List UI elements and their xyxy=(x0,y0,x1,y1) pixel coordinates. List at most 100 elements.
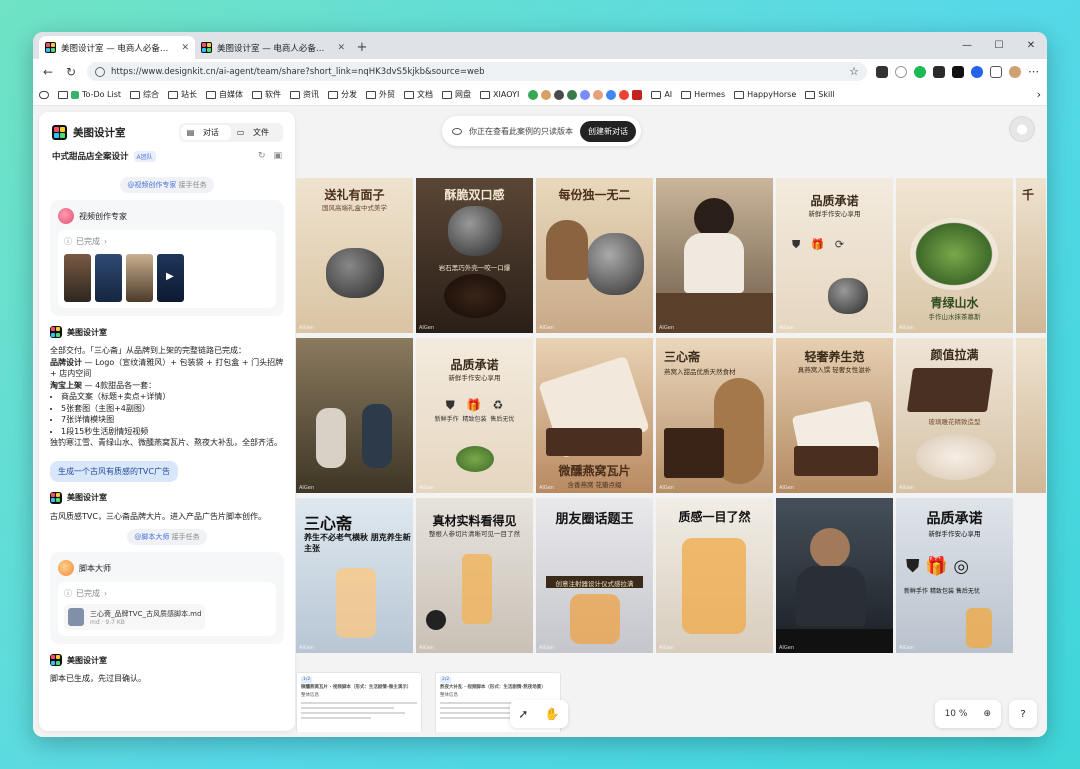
help-icon[interactable]: ? xyxy=(1009,700,1037,728)
new-tab-icon[interactable]: + xyxy=(351,36,373,59)
product-image[interactable]: 酥脆双口感 岩石黑巧外壳一咬一口爆 AIGen xyxy=(416,178,533,333)
folder-icon xyxy=(681,90,692,99)
bookmark-folder[interactable]: 外贸 xyxy=(366,89,395,100)
close-tab-icon[interactable]: ✕ xyxy=(337,43,345,53)
browser-tab-1[interactable]: 美图设计室 — 电商人必备的设计 / ✕ xyxy=(39,36,195,59)
tab-files[interactable]: ▭ 文件 xyxy=(231,125,281,140)
product-image[interactable]: 品质承诺 新鲜手作安心享用 ⛊ 🎁 ♻ 新鲜手作 精致包装 售后无忧 AIGen xyxy=(416,338,533,493)
chevron-right-icon: › xyxy=(104,589,108,598)
file-attachment[interactable]: 三心斋_品牌TVC_古风质感脚本.md md · 9.7 KB xyxy=(64,604,206,630)
bookmark-folder[interactable]: 综合 xyxy=(130,89,159,100)
sidebar-header: 美图设计室 ▤ 对话 ▭ 文件 xyxy=(39,112,295,142)
product-image[interactable]: 青绿山水 手作山水抹茶慕斯 AIGen xyxy=(896,178,1013,333)
maximize-icon[interactable]: ☐ xyxy=(983,32,1015,59)
product-image[interactable]: 颜值拉满 玻璃雕花精致造型 AIGen xyxy=(896,338,1013,493)
bookmark-folder[interactable]: XIAOYI xyxy=(480,90,519,99)
extension-icon[interactable] xyxy=(952,65,964,78)
google-icon[interactable] xyxy=(606,89,617,100)
bookmark-site-icon[interactable] xyxy=(554,89,565,100)
gmail-icon[interactable] xyxy=(632,89,643,100)
bookmark-site-icon[interactable] xyxy=(528,89,539,100)
reload-icon[interactable]: ↻ xyxy=(64,65,78,79)
bookmark-folder[interactable]: 软件 xyxy=(252,89,281,100)
star-icon[interactable]: ☆ xyxy=(849,65,859,78)
product-image[interactable]: 品质承诺 新鲜手作安心享用 ⛊ 🎁 ⟳ AIGen xyxy=(776,178,893,333)
extension-icon[interactable] xyxy=(933,65,945,78)
bookmark-folder[interactable]: 文档 xyxy=(404,89,433,100)
hand-tool-icon[interactable]: ✋ xyxy=(545,707,560,721)
google-icon[interactable] xyxy=(619,89,630,100)
tab-chat[interactable]: ▤ 对话 xyxy=(180,124,231,140)
bookmark-site-icon[interactable] xyxy=(541,89,552,100)
url-field[interactable]: https://www.designkit.cn/ai-agent/team/s… xyxy=(87,62,867,81)
bookmark-site-icon[interactable] xyxy=(580,89,591,100)
browser-tab-2[interactable]: 美图设计室 — 电商人必备的设计 / ✕ xyxy=(195,36,351,59)
assistant-message: 古风质感TVC，三心斋品牌大片。进入产品广告片脚本创作。 xyxy=(50,511,266,521)
bookmark-site-icon[interactable] xyxy=(567,89,578,100)
list-item: 商品文案（标题+卖点+详情） xyxy=(61,391,284,403)
pointer-tool-icon[interactable]: ➚ xyxy=(518,707,528,721)
assistant-header: 美图设计室 xyxy=(50,654,284,666)
extension-icon[interactable] xyxy=(914,65,926,78)
fit-view-icon[interactable]: ⊕ xyxy=(983,709,991,719)
bookmark-folder[interactable]: HappyHorse xyxy=(734,90,796,99)
product-image[interactable]: 微醺燕窝瓦片 含香燕窝 花瓣点缀 AIGen xyxy=(536,338,653,493)
script-doc-card[interactable]: 1/2 微醺燕窝瓦片 · 视频脚本（形式：生活剧情-微主演示） 整体信息 xyxy=(296,672,422,732)
status-text: 已完成 xyxy=(76,237,100,246)
video-thumbnail[interactable] xyxy=(126,254,153,302)
product-image[interactable]: AIGen xyxy=(296,338,413,493)
product-image[interactable]: 三心斋 养生不必老气横秋 朋克养生新主张 AIGen xyxy=(296,498,413,653)
product-image[interactable]: 轻奢养生范 真燕窝入馔 轻奢女性滋补 AIGen xyxy=(776,338,893,493)
folder-icon xyxy=(168,90,179,99)
list-item: 7张详情模块图 xyxy=(61,414,284,426)
product-image[interactable]: 朋友圈话题王 创意注射器设计仪式感拉满 AIGen xyxy=(536,498,653,653)
close-tab-icon[interactable]: ✕ xyxy=(181,43,189,53)
menu-icon[interactable]: ⋯ xyxy=(1028,65,1039,78)
site-info-icon[interactable] xyxy=(95,66,105,77)
extension-icon[interactable] xyxy=(895,65,907,78)
task-result[interactable]: ⓘ 已完成 › ▶ xyxy=(58,230,276,308)
close-window-icon[interactable]: ✕ xyxy=(1015,32,1047,59)
check-icon xyxy=(71,90,79,99)
bookmark-folder[interactable]: Skill xyxy=(805,90,835,99)
extensions-puzzle-icon[interactable] xyxy=(990,65,1002,78)
list-item: 5张套图（主图+4副图） xyxy=(61,403,284,415)
new-chat-button[interactable]: 创建新对话 xyxy=(580,120,636,142)
address-bar-row: ← ↻ https://www.designkit.cn/ai-agent/te… xyxy=(33,59,1047,84)
zoom-level[interactable]: 10 % xyxy=(945,709,968,719)
extension-icon[interactable] xyxy=(876,65,888,78)
file-name: 三心斋_品牌TVC_古风质感脚本.md xyxy=(90,609,202,618)
video-thumbnail[interactable]: ▶ xyxy=(157,254,184,302)
bookmark-folder[interactable]: Hermes xyxy=(681,90,725,99)
product-image[interactable]: 品质承诺 新鲜手作安心享用 ⛊ 🎁 ◎ 新鲜手作 精致包装 售后无忧 AIGen xyxy=(896,498,1013,653)
task-result[interactable]: ⓘ 已完成 › 三心斋_品牌TVC_古风质感脚本.md md · 9.7 KB xyxy=(58,582,276,636)
product-image[interactable]: AIGen xyxy=(776,498,893,653)
bookmark-folder[interactable]: 网盘 xyxy=(442,89,471,100)
bookmark-todo[interactable]: To-Do List xyxy=(58,90,121,99)
product-image[interactable]: 真材实料看得见 整根人参切片清晰可见一目了然 AIGen xyxy=(416,498,533,653)
product-image[interactable] xyxy=(1016,338,1046,493)
video-thumbnail[interactable] xyxy=(64,254,91,302)
bookmark-site-icon[interactable] xyxy=(593,89,604,100)
bookmark-folder[interactable]: AI xyxy=(651,90,672,99)
bookmark-folder[interactable]: 自媒体 xyxy=(206,89,243,100)
user-avatar[interactable]: ● xyxy=(1009,116,1035,142)
product-image[interactable]: 送礼有面子 国风高端礼盒中式美学 AIGen xyxy=(296,178,413,333)
product-image[interactable]: AIGen xyxy=(656,178,773,333)
product-image[interactable]: 质感一目了然 AIGen xyxy=(656,498,773,653)
profile-avatar[interactable] xyxy=(1009,65,1021,78)
panel-icon[interactable]: ▣ xyxy=(273,151,282,161)
minimize-icon[interactable]: — xyxy=(951,32,983,59)
product-image[interactable]: 千 xyxy=(1016,178,1046,333)
bookmark-folder[interactable]: 资讯 xyxy=(290,89,319,100)
bookmark-toggle-icon[interactable] xyxy=(39,90,49,99)
back-icon[interactable]: ← xyxy=(41,65,55,79)
refresh-icon[interactable]: ↻ xyxy=(258,151,266,161)
chevron-right-icon[interactable]: › xyxy=(1037,88,1041,101)
bookmark-folder[interactable]: 站长 xyxy=(168,89,197,100)
product-image[interactable]: 每份独一无二 AIGen xyxy=(536,178,653,333)
extension-icon[interactable] xyxy=(971,65,983,78)
video-thumbnail[interactable] xyxy=(95,254,122,302)
product-image[interactable]: 三心斋 燕窝入甜品优质天然食材 AIGen xyxy=(656,338,773,493)
bookmark-folder[interactable]: 分发 xyxy=(328,89,357,100)
